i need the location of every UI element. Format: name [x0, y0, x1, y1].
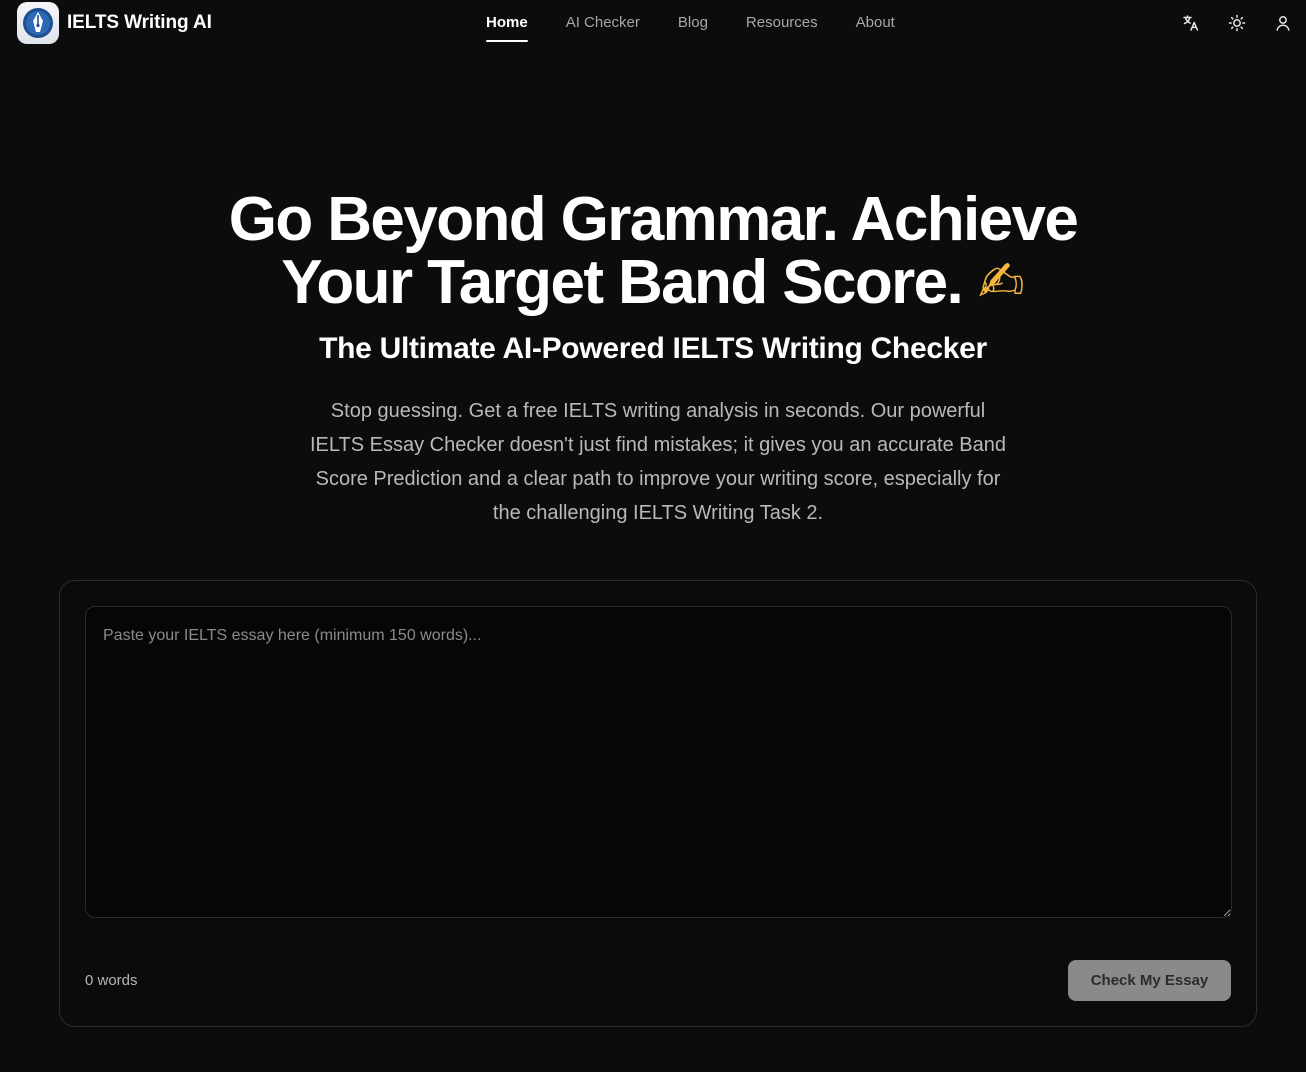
check-essay-button[interactable]: Check My Essay: [1068, 960, 1231, 1001]
active-indicator: [486, 40, 528, 42]
language-button[interactable]: [1168, 0, 1214, 46]
nav-item-label: Blog: [677, 14, 708, 31]
essay-checker-card: 0 words Check My Essay: [59, 580, 1257, 1027]
theme-toggle-button[interactable]: [1214, 0, 1260, 46]
brand-logo-link[interactable]: IELTS Writing AI: [17, 2, 212, 44]
nav-item-label: Resources: [745, 14, 818, 31]
hero-title-line-2-text: Your Target Band Score.: [281, 248, 964, 317]
nav-item-about[interactable]: About: [837, 0, 914, 48]
nav-item-label: AI Checker: [565, 14, 640, 31]
writing-hand-icon: ✍: [977, 250, 1025, 315]
hero-description: Stop guessing. Get a free IELTS writing …: [309, 400, 1006, 524]
nav-item-blog[interactable]: Blog: [659, 0, 727, 48]
main-nav: Home AI Checker Blog Resources About: [467, 0, 914, 48]
hero-title: Go Beyond Grammar. Achieve Your Target B…: [0, 188, 1306, 316]
fountain-pen-icon: [17, 2, 59, 44]
hero-title-line-2: Your Target Band Score. ✍: [0, 251, 1306, 316]
word-count: 0 words: [85, 972, 138, 989]
nav-item-home[interactable]: Home: [467, 0, 547, 48]
top-navigation-bar: IELTS Writing AI Home AI Checker Blog Re…: [0, 0, 1306, 48]
header-tools: [1168, 0, 1306, 46]
essay-input[interactable]: [85, 606, 1232, 918]
hero-subtitle: The Ultimate AI-Powered IELTS Writing Ch…: [319, 332, 987, 365]
nav-item-label: About: [855, 14, 895, 31]
brand-name: IELTS Writing AI: [67, 12, 212, 33]
sun-icon: [1228, 14, 1246, 32]
translate-icon: [1183, 15, 1199, 31]
user-icon: [1276, 16, 1290, 31]
nav-item-ai-checker[interactable]: AI Checker: [547, 0, 659, 48]
account-button[interactable]: [1260, 0, 1306, 46]
nav-item-resources[interactable]: Resources: [727, 0, 837, 48]
nav-item-label: Home: [486, 14, 528, 31]
hero-title-line-1: Go Beyond Grammar. Achieve: [228, 185, 1079, 254]
